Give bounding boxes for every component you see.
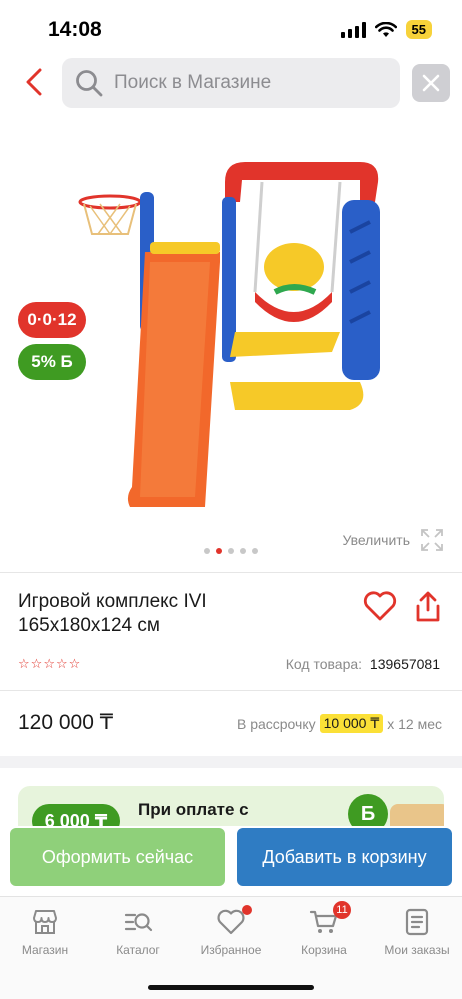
zoom-button[interactable]: Увеличить bbox=[342, 528, 444, 552]
back-button[interactable] bbox=[18, 64, 50, 100]
promo-text: При оплате с bbox=[138, 800, 249, 819]
star-icon: ☆ bbox=[68, 656, 81, 671]
status-time: 14:08 bbox=[48, 18, 102, 41]
installment-prefix: В рассрочку bbox=[236, 715, 316, 732]
heart-icon-wrap bbox=[216, 905, 252, 937]
installment-badge: 0·0·12 bbox=[18, 302, 86, 338]
sku-value: 139657081 bbox=[369, 656, 440, 672]
tab-label: Корзина bbox=[301, 943, 347, 957]
zoom-label: Увеличить bbox=[342, 532, 410, 548]
star-icon: ☆ bbox=[30, 656, 43, 671]
star-icon: ☆ bbox=[55, 656, 68, 671]
promo-banner[interactable]: 6 000 ₸ При оплате с Б bbox=[18, 786, 444, 826]
sku-label: Код товара: bbox=[285, 656, 363, 672]
product-title: Игровой комплекс IVI 165x180x124 см bbox=[18, 591, 207, 636]
catalog-search-icon bbox=[124, 913, 153, 932]
gallery-dot[interactable] bbox=[228, 548, 234, 554]
notification-dot bbox=[242, 905, 252, 915]
installment-suffix: x 12 мес bbox=[387, 715, 442, 732]
signal-icon bbox=[340, 21, 366, 38]
home-indicator bbox=[148, 985, 314, 990]
chevron-left-icon bbox=[26, 68, 42, 96]
gallery-dot[interactable] bbox=[252, 548, 258, 554]
action-bar: Оформить сейчас Добавить в корзину bbox=[0, 826, 462, 896]
favorite-heart-icon[interactable] bbox=[362, 590, 398, 622]
gallery-dot[interactable] bbox=[204, 548, 210, 554]
clear-search-button[interactable] bbox=[412, 64, 450, 102]
search-header bbox=[0, 58, 462, 108]
cart-icon-wrap: 11 bbox=[309, 901, 351, 937]
card-icon bbox=[390, 804, 444, 826]
close-icon bbox=[422, 74, 440, 92]
add-to-cart-button[interactable]: Добавить в корзину bbox=[237, 828, 452, 886]
cart-count-badge: 11 bbox=[333, 901, 351, 919]
divider bbox=[0, 572, 462, 573]
installment-info[interactable]: В рассрочку 10 000 ₸ x 12 мес bbox=[237, 714, 442, 733]
installment-amount: 10 000 ₸ bbox=[319, 714, 384, 733]
tab-cart[interactable]: 11 Корзина bbox=[279, 901, 369, 957]
bonus-coin-icon: Б bbox=[348, 794, 388, 826]
orders-icon bbox=[405, 908, 429, 936]
share-icon[interactable] bbox=[412, 590, 444, 624]
star-icon: ☆ bbox=[18, 656, 30, 671]
product-sku: Код товара: 139657081 bbox=[286, 656, 440, 672]
tab-label: Каталог bbox=[116, 943, 160, 957]
divider bbox=[0, 690, 462, 691]
tab-label: Магазин bbox=[21, 943, 69, 957]
gallery-dot[interactable] bbox=[240, 548, 246, 554]
product-price: 120 000 ₸ bbox=[18, 711, 114, 734]
tab-favorites[interactable]: Избранное bbox=[186, 905, 276, 957]
tab-bar: Магазин Каталог Избранное 11 Корзина Мои… bbox=[0, 896, 462, 999]
tab-label: Избранное bbox=[200, 943, 262, 957]
expand-icon bbox=[421, 529, 443, 551]
bonus-badge: 5% Б bbox=[18, 344, 86, 380]
wifi-icon bbox=[374, 21, 397, 37]
gallery-dot-active[interactable] bbox=[216, 548, 222, 554]
product-gallery[interactable]: 0·0·12 5% Б Увеличить bbox=[0, 130, 462, 570]
tab-orders[interactable]: Мои заказы bbox=[372, 907, 462, 957]
search-icon bbox=[76, 70, 103, 97]
section-separator bbox=[0, 756, 462, 768]
tab-catalog[interactable]: Каталог bbox=[93, 907, 183, 957]
search-input[interactable] bbox=[114, 72, 374, 94]
battery-indicator: 55 bbox=[405, 20, 432, 39]
tab-store[interactable]: Магазин bbox=[0, 907, 90, 957]
status-icons: 55 bbox=[340, 20, 432, 39]
status-bar: 14:08 55 bbox=[0, 0, 462, 56]
promo-amount: 6 000 ₸ bbox=[32, 804, 120, 826]
price-block: 120 000 ₸ В рассрочку 10 000 ₸ x 12 мес bbox=[0, 708, 462, 744]
rating-stars: ☆ ☆ ☆ ☆ ☆ bbox=[18, 656, 80, 672]
store-icon bbox=[33, 910, 57, 934]
tab-label: Мои заказы bbox=[384, 943, 450, 957]
buy-now-button[interactable]: Оформить сейчас bbox=[10, 828, 225, 886]
search-box[interactable] bbox=[62, 58, 400, 108]
product-image[interactable] bbox=[70, 142, 390, 512]
star-icon: ☆ bbox=[43, 656, 55, 671]
